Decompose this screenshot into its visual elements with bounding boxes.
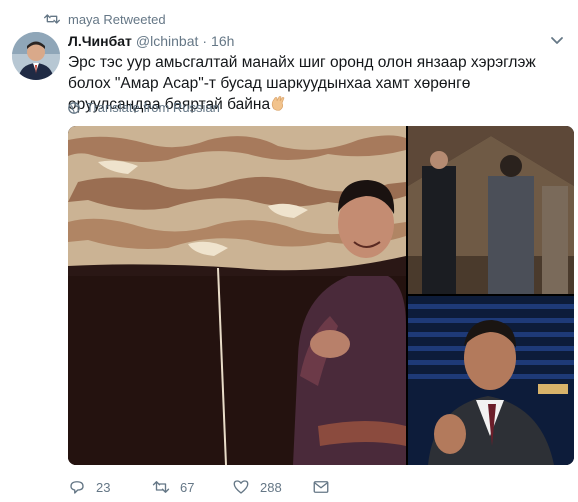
avatar[interactable]	[12, 32, 60, 80]
translate-label: Translate from Russian	[86, 100, 220, 115]
retweet-label: maya Retweeted	[68, 11, 166, 27]
photo-tent-interior	[408, 126, 574, 294]
author-name[interactable]: Л.Чинбат	[68, 33, 132, 49]
photo-man-studio	[408, 296, 574, 465]
media-photo-top-right[interactable]	[408, 126, 574, 294]
clapping-hands-icon	[271, 96, 285, 111]
reply-count: 23	[96, 479, 111, 495]
retweet-count: 67	[180, 479, 195, 495]
tweet-actions: 23 67 288	[68, 478, 330, 496]
media-grid	[68, 126, 574, 465]
heart-icon	[233, 480, 249, 494]
reply-icon	[70, 481, 84, 494]
translate-link[interactable]: Translate from Russian	[68, 100, 220, 115]
retweet-icon	[44, 14, 60, 24]
retweet-context[interactable]: maya Retweeted	[44, 10, 166, 28]
globe-icon	[68, 101, 80, 114]
tweet-header: Л.Чинбат @lchinbat · 16h	[68, 33, 234, 49]
media-photo-bottom-right[interactable]	[408, 296, 574, 465]
direct-message-button[interactable]	[312, 478, 330, 496]
like-count: 288	[260, 479, 282, 495]
photo-man-tent	[68, 126, 406, 465]
author-handle[interactable]: @lchinbat	[136, 33, 198, 49]
envelope-icon	[313, 481, 329, 493]
chevron-down-icon[interactable]	[550, 36, 564, 46]
reply-button[interactable]: 23	[68, 478, 152, 496]
tweet-time[interactable]: 16h	[211, 33, 234, 49]
separator-dot: ·	[202, 33, 208, 49]
like-button[interactable]: 288	[232, 478, 312, 496]
retweet-icon	[152, 481, 170, 493]
avatar-image	[12, 32, 60, 80]
retweet-button[interactable]: 67	[152, 478, 232, 496]
media-photo-main[interactable]	[68, 126, 406, 465]
